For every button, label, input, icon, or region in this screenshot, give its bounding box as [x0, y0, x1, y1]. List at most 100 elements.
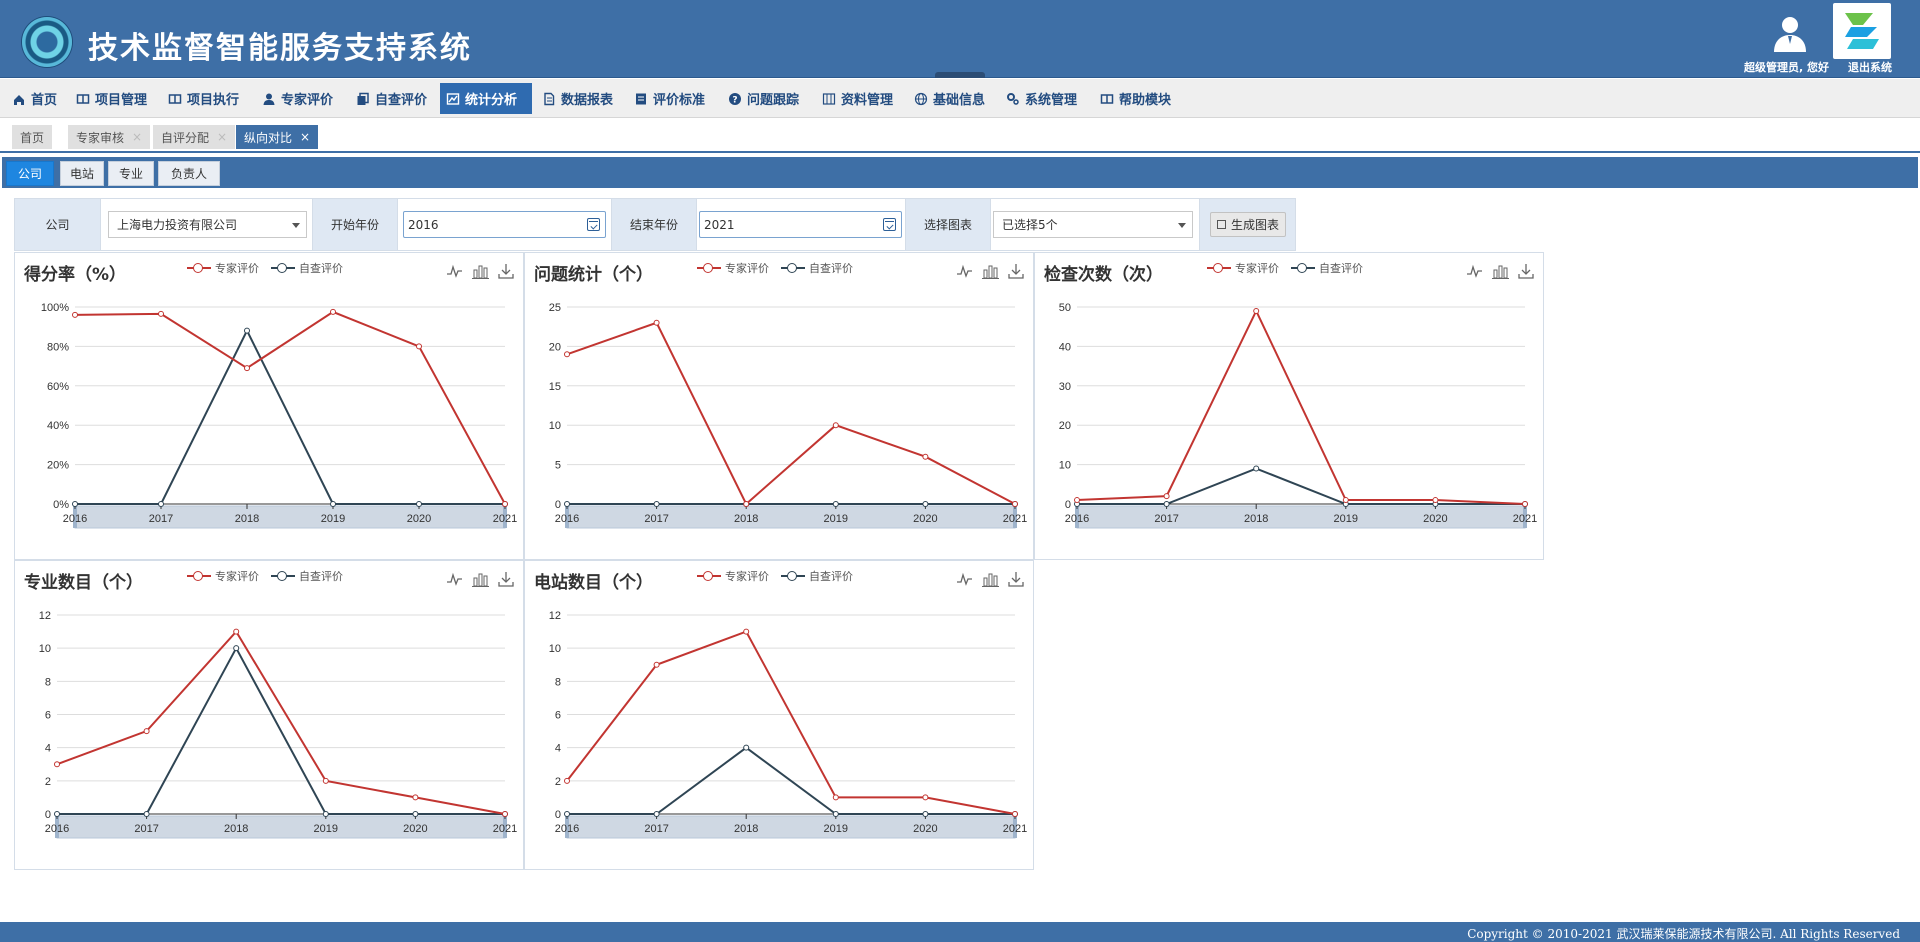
- close-icon[interactable]: ×: [300, 130, 310, 144]
- nav-item[interactable]: 系统管理: [1000, 83, 1088, 114]
- data-point[interactable]: [72, 311, 78, 318]
- data-point[interactable]: [564, 811, 570, 817]
- data-point[interactable]: [322, 777, 329, 784]
- download-icon[interactable]: [1517, 262, 1535, 280]
- line-chart-icon[interactable]: [1465, 262, 1483, 280]
- data-point[interactable]: [1012, 811, 1018, 817]
- series-line-expert[interactable]: [1076, 308, 1526, 505]
- data-point[interactable]: [922, 453, 929, 460]
- legend-item[interactable]: 专家评价: [1207, 260, 1279, 276]
- legend-item[interactable]: 自查评价: [781, 260, 853, 276]
- data-point[interactable]: [412, 794, 419, 801]
- page-tab[interactable]: 自评分配 ×: [153, 125, 236, 149]
- dimension-tab[interactable]: 负责人: [158, 161, 220, 186]
- data-point[interactable]: [1342, 497, 1349, 504]
- end-year-input[interactable]: 2021: [699, 211, 902, 238]
- data-point[interactable]: [158, 501, 164, 507]
- data-point[interactable]: [743, 744, 750, 751]
- legend-item[interactable]: 专家评价: [187, 260, 259, 276]
- data-point[interactable]: [72, 501, 78, 507]
- data-point[interactable]: [743, 501, 750, 507]
- data-zoom-slider[interactable]: [1076, 505, 1526, 529]
- dimension-tab[interactable]: 专业: [108, 161, 154, 186]
- legend-item[interactable]: 自查评价: [271, 260, 343, 276]
- bar-chart-icon[interactable]: [981, 262, 999, 280]
- data-point[interactable]: [922, 811, 929, 817]
- data-point[interactable]: [412, 811, 419, 817]
- data-point[interactable]: [143, 811, 150, 817]
- data-point[interactable]: [653, 319, 660, 326]
- nav-item[interactable]: 项目执行: [162, 83, 250, 114]
- data-point[interactable]: [922, 794, 929, 801]
- data-point[interactable]: [502, 501, 508, 507]
- nav-item[interactable]: 数据报表: [536, 83, 622, 114]
- data-point[interactable]: [54, 761, 60, 768]
- calendar-icon[interactable]: [587, 218, 600, 231]
- generate-chart-button[interactable]: 生成图表: [1210, 212, 1287, 237]
- series-line-self[interactable]: [57, 646, 505, 815]
- data-point[interactable]: [54, 811, 60, 817]
- bar-chart-icon[interactable]: [471, 262, 489, 280]
- data-point[interactable]: [416, 343, 422, 350]
- close-icon[interactable]: ×: [132, 130, 142, 144]
- data-point[interactable]: [330, 501, 336, 507]
- company-select[interactable]: 上海电力投资有限公司: [108, 211, 307, 238]
- line-chart-icon[interactable]: [445, 570, 463, 588]
- data-point[interactable]: [416, 501, 422, 507]
- calendar-icon[interactable]: [883, 218, 896, 231]
- user-avatar-icon[interactable]: [1770, 14, 1810, 54]
- bar-chart-icon[interactable]: [1491, 262, 1509, 280]
- nav-item[interactable]: 帮助模块: [1094, 83, 1180, 114]
- data-point[interactable]: [1522, 501, 1528, 507]
- data-point[interactable]: [922, 501, 929, 507]
- data-point[interactable]: [653, 501, 660, 507]
- line-chart-icon[interactable]: [445, 262, 463, 280]
- data-point[interactable]: [832, 811, 839, 817]
- nav-item[interactable]: 统计分析: [440, 83, 532, 114]
- data-point[interactable]: [564, 777, 570, 784]
- chart-multiselect[interactable]: 已选择5个: [993, 211, 1193, 238]
- data-point[interactable]: [143, 728, 150, 735]
- exit-label[interactable]: 退出系统: [1848, 59, 1892, 75]
- line-chart-icon[interactable]: [955, 262, 973, 280]
- nav-item[interactable]: 资料管理: [816, 83, 902, 114]
- data-point[interactable]: [502, 811, 508, 817]
- collapse-handle[interactable]: [935, 72, 985, 78]
- legend-item[interactable]: 自查评价: [781, 568, 853, 584]
- legend-item[interactable]: 专家评价: [187, 568, 259, 584]
- data-point[interactable]: [743, 628, 750, 635]
- data-point[interactable]: [322, 811, 329, 817]
- nav-item[interactable]: 专家评价: [256, 83, 344, 114]
- data-point[interactable]: [832, 794, 839, 801]
- data-point[interactable]: [1253, 465, 1260, 472]
- series-line-expert[interactable]: [566, 321, 1016, 506]
- legend-item[interactable]: 专家评价: [697, 260, 769, 276]
- nav-item[interactable]: 基础信息: [908, 83, 994, 114]
- data-point[interactable]: [1163, 493, 1170, 500]
- data-point[interactable]: [832, 422, 839, 429]
- legend-item[interactable]: 自查评价: [271, 568, 343, 584]
- data-point[interactable]: [330, 308, 336, 315]
- start-year-input[interactable]: 2016: [403, 211, 606, 238]
- nav-item[interactable]: 首页: [6, 83, 64, 114]
- data-point[interactable]: [832, 501, 839, 507]
- legend-item[interactable]: 专家评价: [697, 568, 769, 584]
- bar-chart-icon[interactable]: [471, 570, 489, 588]
- download-icon[interactable]: [1007, 262, 1025, 280]
- series-line-expert[interactable]: [566, 630, 1016, 815]
- series-line-expert[interactable]: [74, 310, 506, 505]
- page-tab[interactable]: 纵向对比 ×: [236, 125, 319, 149]
- nav-item[interactable]: 自查评价: [350, 83, 434, 114]
- nav-item[interactable]: 评价标准: [628, 83, 716, 114]
- page-tab[interactable]: 专家审核 ×: [68, 125, 151, 149]
- page-tab[interactable]: 首页: [12, 125, 53, 149]
- line-chart-icon[interactable]: [955, 570, 973, 588]
- bar-chart-icon[interactable]: [981, 570, 999, 588]
- data-point[interactable]: [1253, 307, 1260, 314]
- data-point[interactable]: [158, 310, 164, 317]
- data-point[interactable]: [653, 661, 660, 668]
- data-zoom-slider[interactable]: [566, 505, 1016, 529]
- nav-item[interactable]: ? 问题跟踪: [722, 83, 810, 114]
- nav-item[interactable]: 项目管理: [70, 83, 156, 114]
- data-point[interactable]: [1163, 501, 1170, 507]
